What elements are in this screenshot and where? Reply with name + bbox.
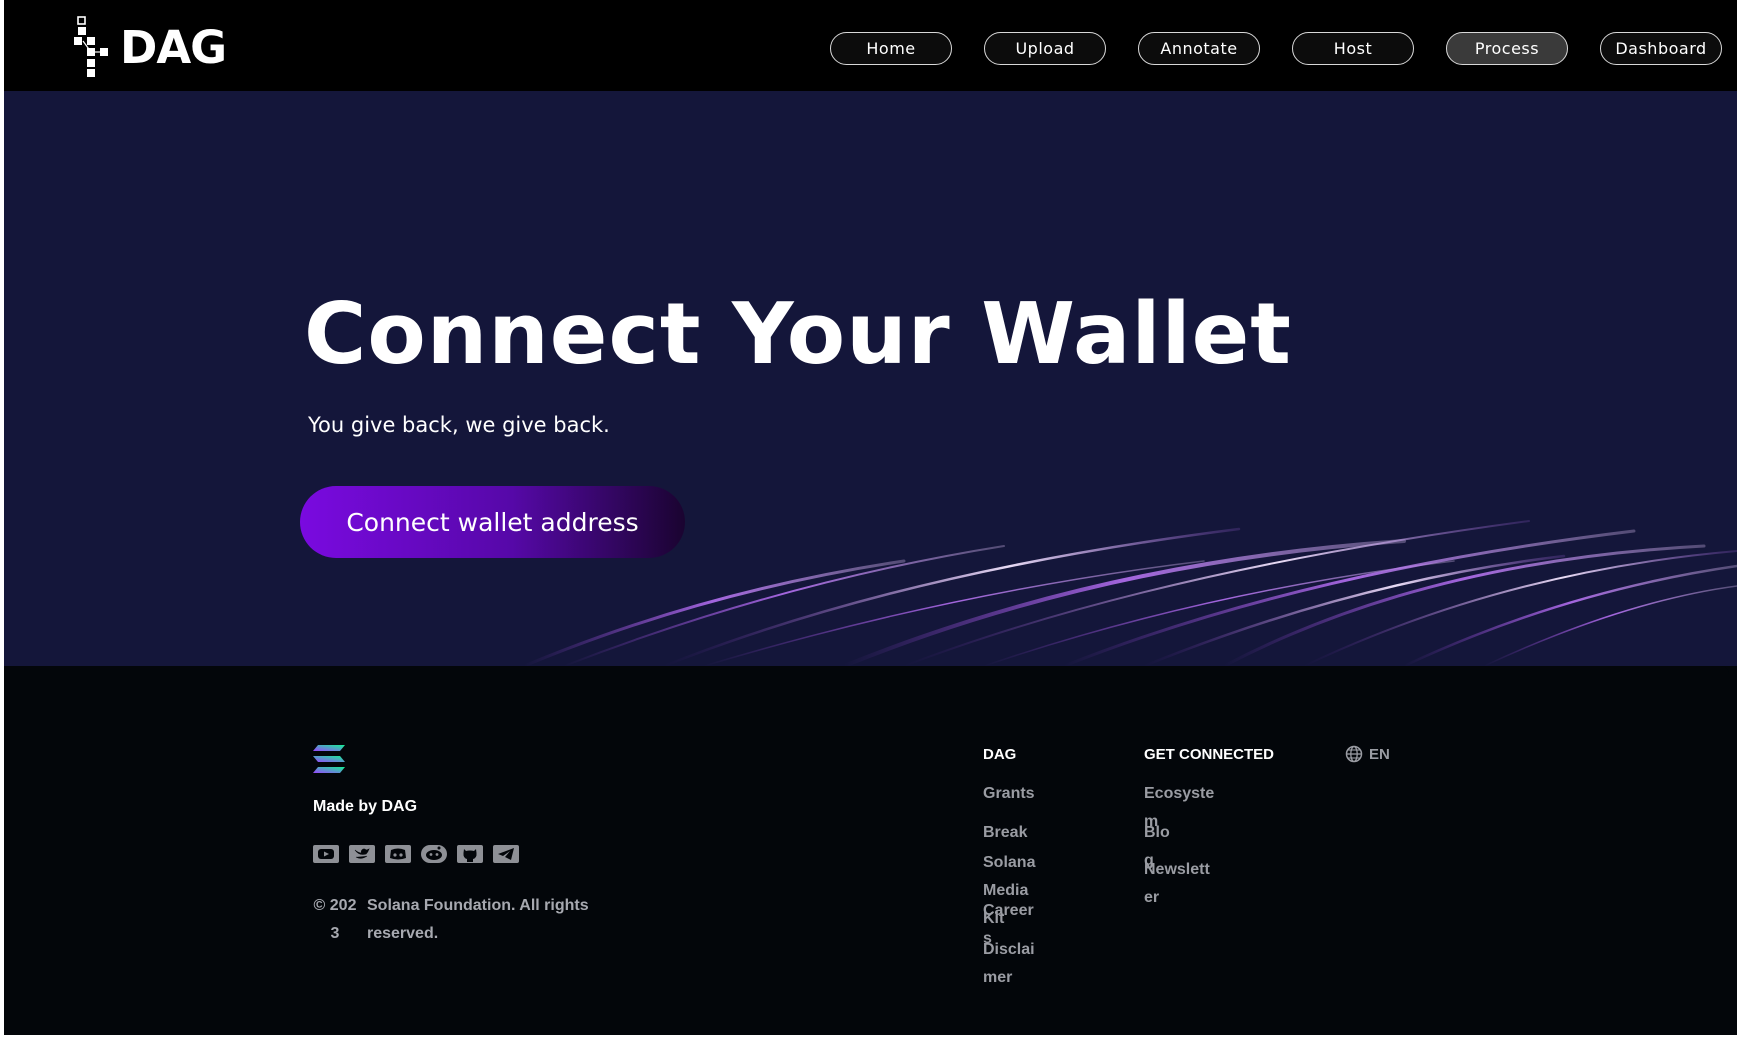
nav-upload-button[interactable]: Upload (984, 32, 1106, 65)
youtube-icon[interactable] (313, 845, 339, 863)
logo-text: DAG (120, 20, 227, 74)
dag-logo[interactable]: DAG (74, 16, 227, 78)
footer-link-break[interactable]: Break (983, 819, 1040, 847)
app-frame: DAG Home Upload Annotate Host Process Da… (4, 0, 1737, 1035)
language-label: EN (1369, 745, 1390, 763)
nav-home-button[interactable]: Home (830, 32, 952, 65)
nav-process-button[interactable]: Process (1446, 32, 1568, 65)
connect-wallet-button[interactable]: Connect wallet address (300, 486, 685, 558)
footer-dag-heading: DAG (983, 746, 1017, 763)
discord-icon[interactable] (385, 845, 411, 863)
footer-link-disclaimer[interactable]: Disclaimer (983, 936, 1040, 992)
footer-link-grants[interactable]: Grants (983, 780, 1040, 808)
page-subtitle: You give back, we give back. (308, 413, 610, 437)
globe-icon (1345, 745, 1363, 763)
copyright: © 2023 Solana Foundation. All rights res… (313, 892, 612, 948)
footer: Made by DAG © 2023 Solana Foundation. Al… (4, 666, 1729, 1035)
nav-dashboard-button[interactable]: Dashboard (1600, 32, 1722, 65)
dag-logo-icon (74, 16, 108, 77)
nav-host-button[interactable]: Host (1292, 32, 1414, 65)
language-selector[interactable]: EN (1345, 745, 1390, 763)
solana-logo-icon[interactable] (313, 745, 345, 773)
telegram-icon[interactable] (493, 845, 519, 863)
nav-annotate-button[interactable]: Annotate (1138, 32, 1260, 65)
copyright-year: © 2023 (313, 897, 357, 942)
reddit-icon[interactable] (421, 845, 447, 863)
top-navbar: DAG Home Upload Annotate Host Process Da… (4, 0, 1737, 91)
made-by-text: Made by DAG (313, 798, 418, 815)
footer-link-newsletter[interactable]: Newsletter (1144, 856, 1216, 912)
copyright-text: Solana Foundation. All rights reserved. (367, 897, 589, 942)
twitter-icon[interactable] (349, 845, 375, 863)
github-icon[interactable] (457, 845, 483, 863)
hero-section: Connect Your Wallet You give back, we gi… (4, 91, 1737, 666)
footer-get-connected-heading: GET CONNECTED (1144, 746, 1275, 763)
page-title: Connect Your Wallet (304, 285, 1292, 384)
